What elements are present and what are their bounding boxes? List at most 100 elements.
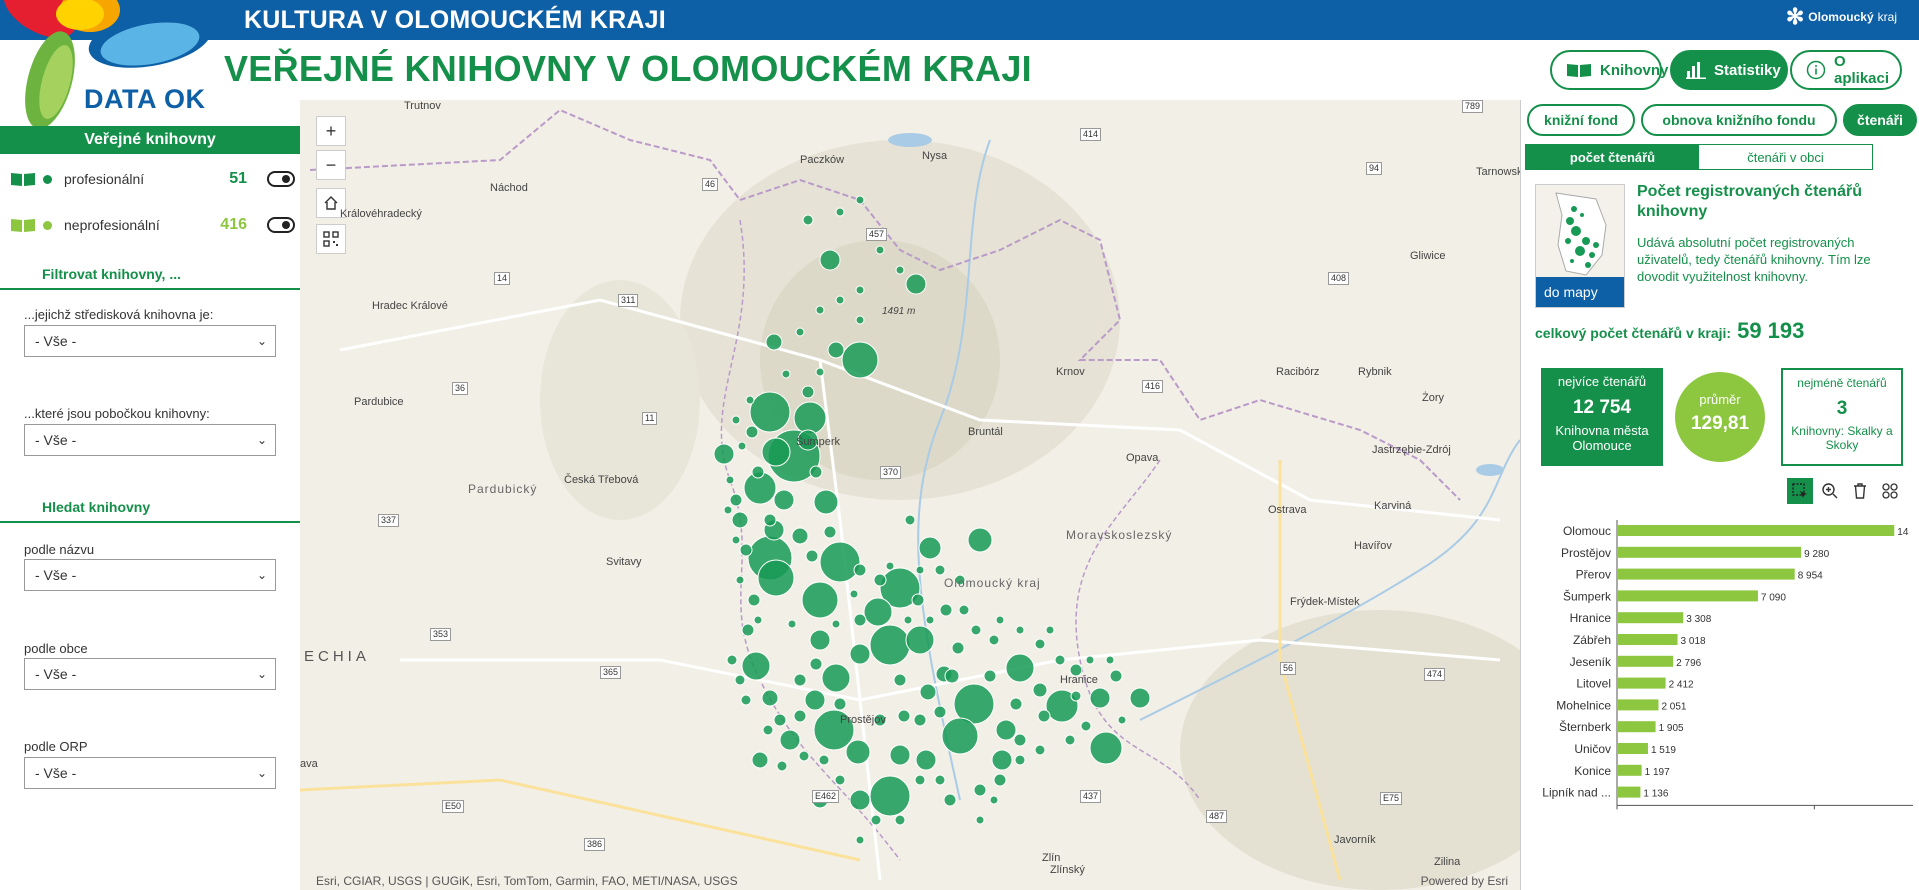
chart-bar[interactable] [1618,525,1895,536]
subtab-reader-count[interactable]: počet čtenářů [1526,145,1699,169]
toggle-professional[interactable] [267,171,295,187]
kraj-name: Olomoucký [1808,10,1874,24]
search-town-label: podle obce [24,641,88,656]
powered-by-esri[interactable]: Powered by Esri [1421,874,1508,888]
chart-value-label: 9 280 [1804,549,1829,560]
chart-bar[interactable] [1618,612,1684,624]
chart-category-label: Přerov [1576,568,1611,582]
road-shield: E462 [812,790,840,803]
view-options-button[interactable] [1877,478,1903,504]
map-place-label: Krnov [1056,366,1085,378]
nav-libraries-button[interactable]: Knihovny [1550,50,1668,90]
chart-bar[interactable] [1618,699,1659,711]
road-shield: 94 [1366,162,1383,175]
trash-icon [1854,483,1866,499]
chart-bar[interactable] [1618,655,1674,667]
map-place-label: Paczków [800,154,845,166]
zoom-tool-button[interactable] [1817,478,1843,504]
map-place-label: Frýdek-Místek [1290,596,1360,608]
road-shield: 487 [1206,810,1228,823]
map-region-label: Moravskoslezský [1066,528,1173,542]
map-place-label: Zlínský [1050,864,1085,876]
chart-value-label: 2 796 [1676,658,1701,669]
map-place-label: Żory [1422,392,1444,404]
chart-bar[interactable] [1618,764,1642,776]
tab-fund-renewal[interactable]: obnova knižního fondu [1641,104,1837,136]
kraj-suffix: kraj [1877,10,1897,24]
chart-bar[interactable] [1618,786,1641,798]
chart-value-label: 14 [1897,527,1909,538]
filter-central-label: ...jejichž středisková knihovna je: [24,307,214,322]
chart-bar[interactable] [1618,743,1648,754]
readers-subtabs: počet čtenářů čtenáři v obci [1525,144,1873,170]
chart-category-label: Šternberk [1559,719,1612,734]
chart-category-label: Jeseník [1570,655,1612,669]
chart-bar[interactable] [1618,546,1802,558]
map-place-label: Ostrava [1268,504,1307,516]
subtab-readers-in-town[interactable]: čtenáři v obci [1699,145,1872,169]
search-name-label: podle názvu [24,542,95,557]
chart-bar[interactable] [1618,677,1666,689]
tab-book-fund[interactable]: knižní fond [1527,104,1635,136]
chart-bar[interactable] [1618,568,1795,580]
legend-dot [43,174,52,184]
grid-icon [1882,483,1898,499]
zoom-out-button[interactable]: − [316,150,346,180]
qr-code-button[interactable] [316,224,346,254]
filter-central-select[interactable]: - Vše - ⌄ [24,325,276,357]
to-map-button[interactable]: do mapy [1536,277,1624,307]
chart-bar[interactable] [1618,721,1656,733]
road-shield: 789 [1462,100,1484,113]
logo-text: DATA OK [84,84,206,114]
nav-stats-button[interactable]: Statistiky [1670,50,1788,90]
filter-branch-label: ...které jsou pobočkou knihovny: [24,406,210,421]
road-shield: 311 [618,294,639,307]
left-sidebar: Veřejné knihovny profesionální 51 neprof… [0,126,300,890]
info-title: Počet registrovaných čtenářů knihovny [1637,183,1862,220]
filter-section-title: Filtrovat knihovny, ... [0,262,300,290]
map-place-label: Jastrzębie-Zdrój [1372,444,1451,456]
road-shield: 416 [1142,380,1164,393]
zoom-in-button[interactable]: + [316,116,346,146]
filter-branch-select[interactable]: - Vše - ⌄ [24,424,276,456]
road-shield: 437 [1080,790,1102,803]
clear-selection-button[interactable] [1847,478,1873,504]
chart-value-label: 3 018 [1681,636,1706,647]
search-orp-select[interactable]: - Vše - ⌄ [24,757,276,789]
book-icon [1567,64,1591,77]
library-type-nonprofessional: neprofesionální 416 [10,212,295,238]
stats-panel: knižní fond obnova knižního fondu čtenář… [1520,100,1919,890]
chart-bar[interactable] [1618,634,1678,645]
map-place-label: Rybnik [1358,366,1392,378]
home-icon [324,196,338,210]
chart-x-tick-label: 10 000 [1796,812,1833,814]
road-shield: 56 [1280,662,1297,675]
kraj-logo[interactable]: ✻ Olomoucký kraj [1786,6,1897,28]
map-place-label: Náchod [490,182,528,194]
road-shield: E75 [1380,792,1403,805]
max-readers-box: nejvíce čtenářů 12 754 Knihovna města Ol… [1541,368,1663,466]
map-place-label: Pardubice [354,396,404,408]
map-place-label: Bruntál [968,426,1003,438]
top-banner: KULTURA V OLOMOUCKÉM KRAJI ✻ Olomoucký k… [0,0,1919,40]
map-place-label: Hradec Králové [372,300,448,312]
nav-about-button[interactable]: O aplikaci [1790,50,1902,90]
chart-bar[interactable] [1618,590,1758,602]
search-town-select[interactable]: - Vše - ⌄ [24,658,276,690]
map-view[interactable]: + − Trutnov Náchod Královéhradecký Hradec K… [300,100,1520,890]
toggle-nonprofessional[interactable] [267,217,295,233]
data-ok-logo[interactable]: DATA OK [0,0,244,126]
readers-bar-chart[interactable]: Olomouc 14 Prostějov 9 280 Přerov 8 954 Šumper… [1521,514,1919,814]
bar-chart-icon [1686,62,1706,79]
zoom-icon [1822,483,1838,499]
total-readers-value: 59 193 [1737,318,1805,343]
map-thumbnail[interactable]: do mapy [1535,184,1625,308]
search-name-select[interactable]: - Vše - ⌄ [24,559,276,591]
tab-readers[interactable]: čtenáři [1843,104,1917,136]
select-tool-button[interactable] [1787,478,1813,504]
chevron-down-icon: ⌄ [256,766,267,780]
map-region-label: Olomoucký kraj [944,576,1041,590]
page-title: VEŘEJNÉ KNIHOVNY V OLOMOUCKÉM KRAJI [224,48,1032,89]
chart-value-label: 8 954 [1798,571,1823,582]
road-shield: 386 [584,838,606,851]
